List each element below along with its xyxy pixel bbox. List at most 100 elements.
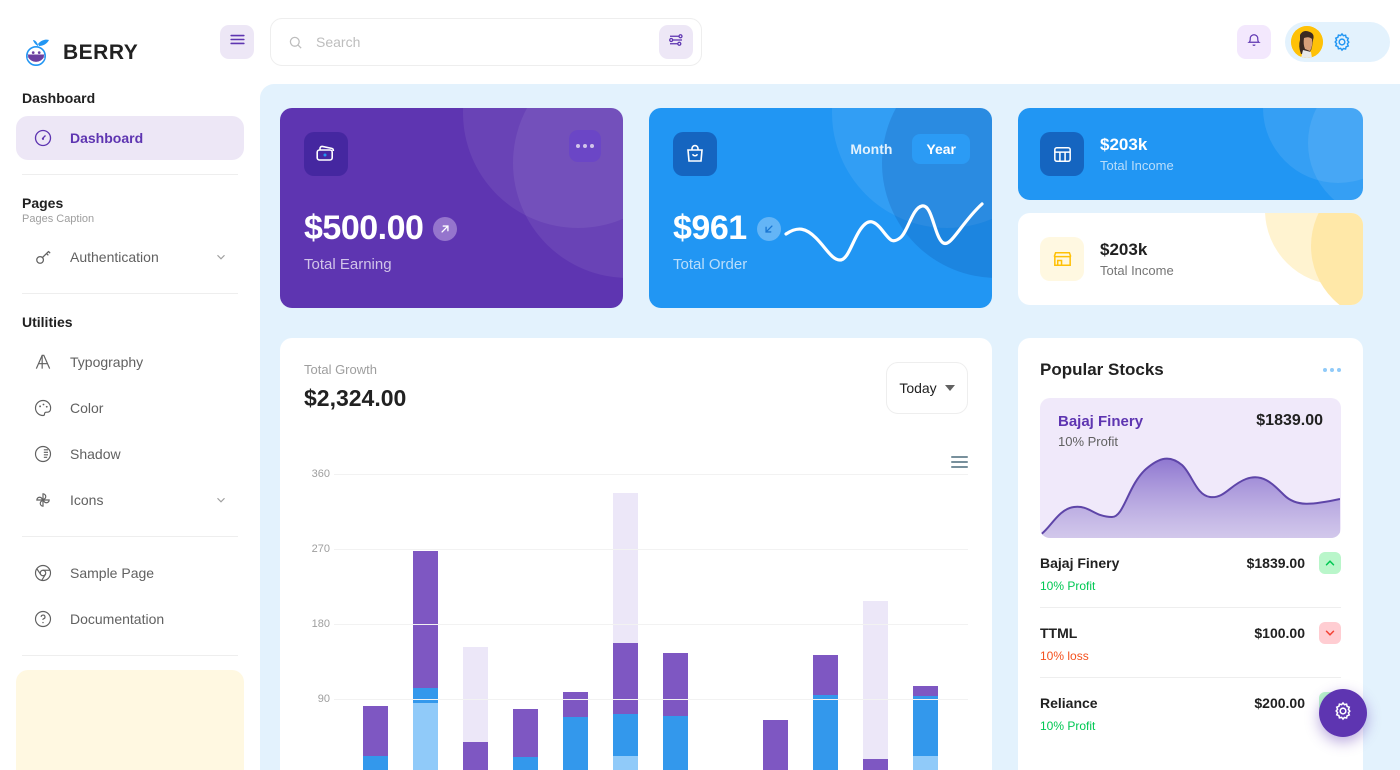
total-income-blue-card[interactable]: $203k Total Income (1018, 108, 1363, 200)
chart-bar-segment (613, 755, 638, 770)
chart-bar-segment (563, 717, 588, 770)
sidebar-item-typography[interactable]: Typography (16, 340, 244, 384)
chart-y-tick: 270 (311, 543, 330, 555)
more-dots-icon (1323, 368, 1327, 372)
settings-fab-button[interactable] (1319, 689, 1367, 737)
total-income-white-amount: $203k (1100, 240, 1148, 259)
growth-period-select[interactable]: Today (886, 362, 968, 414)
chart-bar[interactable] (863, 600, 888, 770)
search-filter-button[interactable] (659, 25, 693, 59)
search-icon (287, 34, 304, 51)
total-income-white-card[interactable]: $203k Total Income (1018, 213, 1363, 305)
growth-bar-chart: 90 180 270 360 (304, 468, 968, 770)
chart-bar[interactable] (513, 709, 538, 770)
chart-bar[interactable] (463, 646, 488, 770)
sidebar-item-authentication[interactable]: Authentication (16, 235, 244, 279)
chart-gridline (334, 549, 968, 550)
chart-bar-segment (363, 755, 388, 770)
shopping-bag-icon (673, 132, 717, 176)
sidebar-item-label: Shadow (70, 446, 121, 462)
chart-hamburger-icon[interactable] (951, 456, 968, 471)
sidebar-item-documentation[interactable]: Documentation (16, 597, 244, 641)
chart-bar-segment (463, 646, 488, 743)
settings-icon[interactable] (1331, 31, 1353, 53)
chart-bar[interactable] (613, 493, 638, 770)
order-period-toggle: Month Year (836, 134, 970, 164)
hamburger-icon (228, 30, 247, 54)
stock-row[interactable]: Reliance $200.00 10% Profit (1040, 678, 1341, 747)
income-cards-column: $203k Total Income $203k Total Income (1018, 108, 1363, 318)
stock-row[interactable]: Bajaj Finery $1839.00 10% Profit (1040, 538, 1341, 608)
chart-bar-segment (663, 715, 688, 770)
chevron-down-icon (214, 493, 228, 507)
stock-row[interactable]: TTML $100.00 10% loss (1040, 608, 1341, 678)
sidebar-item-label: Icons (70, 492, 104, 508)
card-menu-button[interactable] (569, 130, 601, 162)
profile-menu-button[interactable] (1285, 22, 1390, 62)
sidebar-divider-1 (22, 174, 238, 175)
palette-icon (32, 397, 54, 419)
chart-bar[interactable] (763, 719, 788, 770)
chart-bar[interactable] (663, 653, 688, 770)
growth-subtitle: Total Growth (304, 362, 377, 377)
featured-stock-sparkline (1040, 457, 1340, 538)
chart-bar[interactable] (413, 550, 438, 770)
notifications-button[interactable] (1237, 25, 1271, 59)
filter-sliders-icon (667, 31, 685, 54)
nav-caption-pages: Pages (22, 195, 64, 211)
featured-stock-name: Bajaj Finery (1058, 412, 1144, 430)
dashboard-gauge-icon (32, 127, 54, 149)
sidebar-divider-3 (22, 536, 238, 537)
stock-price: $200.00 (1254, 695, 1305, 711)
sidebar-item-label: Typography (70, 354, 144, 370)
total-order-card[interactable]: Month Year $961 Total Order (649, 108, 992, 308)
sidebar-item-label: Dashboard (70, 130, 144, 146)
chart-bar-segment (413, 703, 438, 770)
featured-stock[interactable]: Bajaj Finery $1839.00 10% Profit (1040, 398, 1341, 538)
sidebar-item-sample-page[interactable]: Sample Page (16, 551, 244, 595)
chart-gridline (334, 474, 968, 475)
menu-toggle-button[interactable] (220, 25, 254, 59)
more-dots-icon (576, 144, 580, 148)
dashboard-page: BERRY Dashboard Dashboard Pages Pages Ca… (0, 0, 1400, 770)
total-order-amount-row: $961 (673, 209, 968, 248)
chevron-up-icon (1319, 552, 1341, 574)
total-earning-label: Total Earning (304, 256, 392, 273)
chart-bar[interactable] (813, 654, 838, 770)
stock-name: Bajaj Finery (1040, 555, 1120, 571)
sidebar-item-dashboard[interactable]: Dashboard (16, 116, 244, 160)
total-earning-card[interactable]: $500.00 Total Earning (280, 108, 623, 308)
sidebar-item-icons[interactable]: Icons (16, 478, 244, 522)
total-growth-card: Total Growth $2,324.00 Today 90 180 270 … (280, 338, 992, 770)
table-icon (1040, 132, 1084, 176)
sidebar-divider-2 (22, 293, 238, 294)
stock-change: 10% Profit (1040, 579, 1096, 593)
stock-change: 10% loss (1040, 649, 1089, 663)
sidebar-promo-card[interactable] (16, 670, 244, 770)
popular-stocks-menu-button[interactable] (1323, 368, 1341, 372)
chart-bar-segment (763, 719, 788, 770)
sidebar-divider-4 (22, 655, 238, 656)
nav-caption-utilities: Utilities (22, 314, 73, 330)
chart-y-tick: 180 (311, 618, 330, 630)
sidebar: BERRY Dashboard Dashboard Pages Pages Ca… (0, 0, 260, 770)
toggle-year[interactable]: Year (912, 134, 970, 164)
chevron-down-icon (944, 385, 955, 391)
toggle-month[interactable]: Month (836, 134, 906, 164)
brand-name: BERRY (63, 41, 139, 64)
top-header (220, 0, 1400, 84)
stock-price: $100.00 (1254, 625, 1305, 641)
total-earning-amount-row: $500.00 (304, 209, 599, 248)
chart-bar-segment (413, 550, 438, 689)
chart-bar[interactable] (563, 692, 588, 770)
chart-bar-segment (413, 688, 438, 704)
sidebar-item-shadow[interactable]: Shadow (16, 432, 244, 476)
search-input[interactable] (304, 34, 659, 50)
search-bar[interactable] (270, 18, 702, 66)
total-income-blue-label: Total Income (1100, 158, 1174, 173)
sidebar-item-color[interactable]: Color (16, 386, 244, 430)
popular-stocks-title: Popular Stocks (1040, 360, 1164, 379)
chart-bar-segment (363, 705, 388, 756)
chart-bar[interactable] (363, 705, 388, 770)
nav-caption-dashboard: Dashboard (22, 90, 96, 106)
